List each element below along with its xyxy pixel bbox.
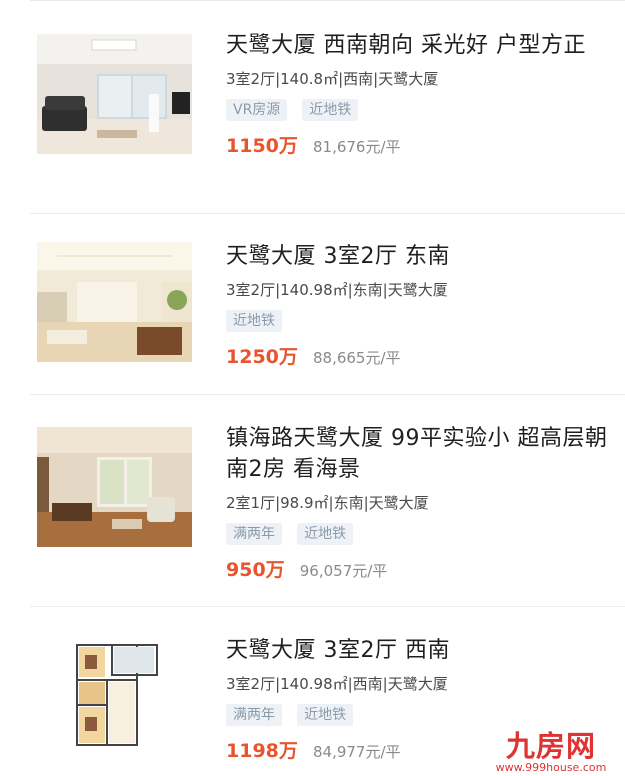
listing-meta: 2室1厅|98.9㎡|东南|天鹭大厦: [226, 494, 429, 512]
listing-price: 1198万: [226, 740, 298, 762]
tag-badge: 近地铁: [297, 523, 354, 545]
tag-badge: 满两年: [226, 704, 282, 726]
listing-meta: 3室2厅|140.98㎡|东南|天鹭大厦: [226, 281, 448, 299]
listing-meta: 3室2厅|140.98㎡|西南|天鹭大厦: [226, 675, 448, 693]
listing-photo[interactable]: [37, 34, 192, 154]
listing-unit-price: 88,665元/平: [312, 349, 401, 367]
listing-tags: 满两年 近地铁: [226, 704, 615, 728]
listing-tags: 近地铁: [226, 310, 615, 334]
listing-title[interactable]: 天鹭大厦 西南朝向 采光好 户型方正: [226, 30, 615, 61]
listing-unit-price: 96,057元/平: [299, 562, 388, 580]
listing-photo[interactable]: [37, 427, 192, 547]
listing-tags: 满两年 近地铁: [226, 523, 615, 547]
listing-price: 1150万: [226, 135, 298, 157]
listing-unit-price: 84,977元/平: [312, 743, 401, 761]
watermark-url: www.999house.com: [495, 761, 607, 774]
listing-meta: 3室2厅|140.8㎡|西南|天鹭大厦: [226, 70, 439, 88]
listing-photo[interactable]: [37, 242, 192, 362]
listing-price: 950万: [226, 559, 285, 581]
tag-badge: 满两年: [226, 523, 282, 545]
tag-badge: VR房源: [226, 99, 288, 121]
listing-title[interactable]: 天鹭大厦 3室2厅 西南: [226, 635, 615, 666]
listing-title[interactable]: 天鹭大厦 3室2厅 东南: [226, 241, 615, 272]
listing-card[interactable]: 天鹭大厦 西南朝向 采光好 户型方正 3室2厅|140.8㎡|西南|天鹭大厦 V…: [30, 0, 625, 205]
watermark: 九房网 www.999house.com: [491, 730, 611, 774]
listing-tags: VR房源 近地铁: [226, 99, 615, 123]
listing-price: 1250万: [226, 346, 298, 368]
tag-badge: 近地铁: [302, 99, 359, 121]
watermark-logo: 九房网: [505, 729, 596, 763]
listing-unit-price: 81,676元/平: [312, 138, 401, 156]
listing-card[interactable]: 镇海路天鹭大厦 99平实验小 超高层朝南2房 看海景 2室1厅|98.9㎡|东南…: [30, 395, 625, 605]
floor-plan-image[interactable]: [37, 635, 192, 755]
tag-badge: 近地铁: [297, 704, 354, 726]
tag-badge: 近地铁: [226, 310, 282, 332]
listing-card[interactable]: 天鹭大厦 3室2厅 东南 3室2厅|140.98㎡|东南|天鹭大厦 近地铁 12…: [30, 214, 625, 394]
listing-title[interactable]: 镇海路天鹭大厦 99平实验小 超高层朝南2房 看海景: [226, 423, 615, 485]
